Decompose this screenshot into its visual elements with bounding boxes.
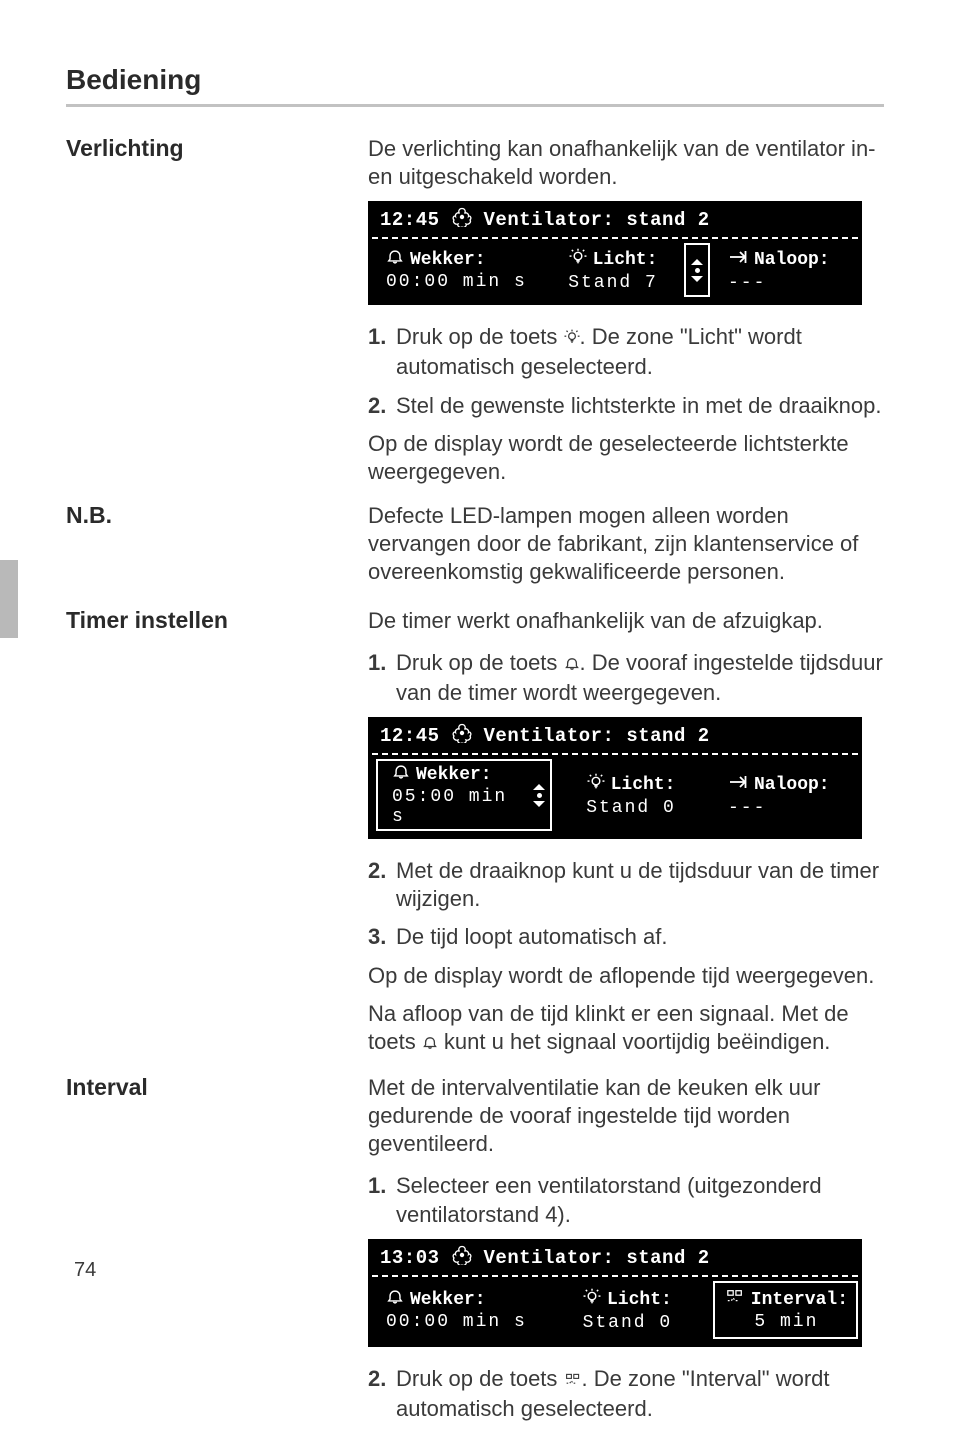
interval-step1: Selecteer een ventilatorstand (uitgezond… — [396, 1173, 822, 1226]
timer-after2-b: kunt u het signaal voortijdig beëindigen… — [438, 1029, 831, 1054]
lcd2-time: 12:45 — [380, 725, 440, 747]
timer-step3: De tijd loopt automatisch af. — [396, 924, 667, 949]
timer-after1: Op de display wordt de aflopende tijd we… — [368, 962, 884, 990]
interval-icon — [564, 1367, 582, 1395]
lcd2-naloop-value: --- — [728, 798, 766, 818]
interval-icon — [725, 1288, 745, 1312]
lcd2-wekker-label: Wekker: — [416, 765, 492, 785]
timer-step2: Met de draaiknop kunt u de tijdsduur van… — [396, 858, 879, 911]
light-icon — [587, 772, 605, 798]
alarm-icon — [392, 763, 410, 787]
lcd3-top-text: Ventilator: stand 2 — [484, 1247, 710, 1269]
light-icon — [569, 247, 587, 273]
lcd3-wekker-value: 00:00 min s — [386, 1312, 527, 1332]
alarm-icon — [386, 248, 404, 272]
lcd1-top-text: Ventilator: stand 2 — [484, 209, 710, 231]
lcd2-top-text: Ventilator: stand 2 — [484, 725, 710, 747]
interval-intro: Met de intervalventilatie kan de keuken … — [368, 1074, 884, 1158]
section-heading-nb: N.B. — [66, 502, 368, 529]
page-edge-tab — [0, 560, 18, 638]
alarm-icon — [386, 1288, 404, 1312]
lcd1-naloop-value: --- — [728, 273, 766, 293]
lcd2-licht-value: Stand 0 — [586, 798, 676, 818]
lcd3-interval-label: Interval: — [751, 1290, 848, 1310]
page-number: 74 — [74, 1259, 96, 1282]
lcd3-licht-label: Licht: — [607, 1290, 672, 1310]
lcd3-selector: Interval: 5 min — [713, 1281, 858, 1339]
lcd2-naloop-label: Naloop: — [754, 775, 830, 795]
display-panel-2: 12:45 Ventilator: stand 2 Wekker: 05:00 … — [368, 717, 862, 839]
section-heading-timer: Timer instellen — [66, 607, 368, 634]
page-title: Bediening — [66, 64, 884, 96]
lcd1-licht-value: Stand 7 — [568, 273, 658, 293]
runon-icon — [728, 247, 748, 273]
section-heading-interval: Interval — [66, 1074, 368, 1101]
light-icon — [564, 325, 580, 353]
runon-icon — [728, 772, 748, 798]
verlichting-step2: Stel de gewenste lichtsterkte in met de … — [396, 393, 882, 418]
fan-icon — [452, 207, 472, 233]
light-icon — [583, 1287, 601, 1313]
fan-icon — [452, 1245, 472, 1271]
timer-step1-a: Druk op de toets — [396, 650, 564, 675]
verlichting-after: Op de display wordt de geselecteerde lic… — [368, 430, 884, 486]
fan-icon — [452, 723, 472, 749]
lcd1-naloop-label: Naloop: — [754, 250, 830, 270]
alarm-icon — [564, 651, 580, 679]
timer-intro: De timer werkt onafhankelijk van de afzu… — [368, 607, 884, 635]
lcd1-selector — [684, 243, 710, 297]
lcd3-wekker-label: Wekker: — [410, 1290, 486, 1310]
lcd2-licht-label: Licht: — [611, 775, 676, 795]
verlichting-step1-a: Druk op de toets — [396, 324, 564, 349]
lcd1-licht-label: Licht: — [593, 250, 658, 270]
interval-step2-a: Druk op de toets — [396, 1366, 564, 1391]
nb-body: Defecte LED-lampen mogen alleen worden v… — [368, 502, 884, 586]
section-heading-verlichting: Verlichting — [66, 135, 368, 162]
verlichting-intro: De verlichting kan onafhankelijk van de … — [368, 135, 884, 191]
lcd1-wekker-value: 00:00 min s — [386, 272, 527, 292]
alarm-icon — [422, 1030, 438, 1058]
title-divider — [66, 104, 884, 107]
lcd3-time: 13:03 — [380, 1247, 440, 1269]
lcd3-interval-value: 5 min — [754, 1312, 818, 1332]
lcd2-selector: Wekker: 05:00 min s — [376, 759, 552, 831]
display-panel-1: 12:45 Ventilator: stand 2 Wekker: 00:00 … — [368, 201, 862, 305]
lcd2-wekker-value: 05:00 min s — [392, 787, 520, 827]
lcd1-wekker-label: Wekker: — [410, 250, 486, 270]
display-panel-3: 13:03 Ventilator: stand 2 Wekker: 00:00 … — [368, 1239, 862, 1347]
lcd1-time: 12:45 — [380, 209, 440, 231]
lcd3-licht-value: Stand 0 — [583, 1313, 673, 1333]
